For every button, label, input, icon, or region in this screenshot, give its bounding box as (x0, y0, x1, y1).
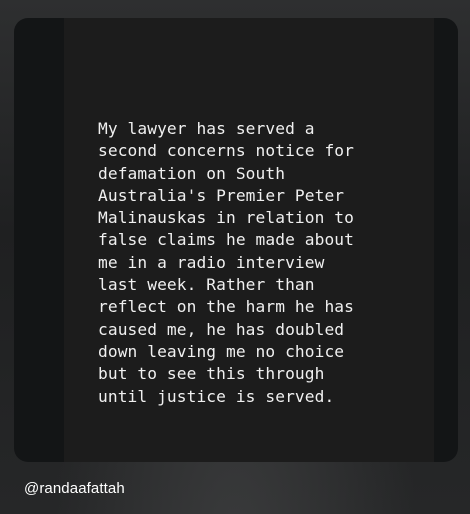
post-text-line: until justice is served. (98, 386, 335, 406)
author-handle[interactable]: @randaafattah (24, 480, 125, 497)
post-text-line: My lawyer has served a (98, 119, 315, 138)
post-text-line: caused me, he has doubled (98, 319, 345, 339)
post-text-line: but to see this through (98, 364, 325, 384)
post-text-line: second concerns notice for (98, 141, 354, 161)
post-text-line: me in a radio interview (98, 252, 325, 272)
post-text-line: defamation on South (98, 163, 286, 183)
post-text-line: last week. Rather than (98, 275, 315, 295)
post-text-line: Malinauskas in relation to (98, 208, 354, 228)
text-panel: My lawyer has served a second concerns n… (64, 18, 434, 462)
post-text-line: down leaving me no choice (98, 341, 345, 361)
post-text-line: reflect on the harm he has (98, 297, 354, 317)
post-text-line: false claims he made about (98, 230, 354, 250)
post-text: My lawyer has served a second concerns n… (98, 118, 428, 408)
post-card: My lawyer has served a second concerns n… (14, 18, 458, 462)
post-text-line: Australia's Premier Peter (98, 185, 345, 205)
